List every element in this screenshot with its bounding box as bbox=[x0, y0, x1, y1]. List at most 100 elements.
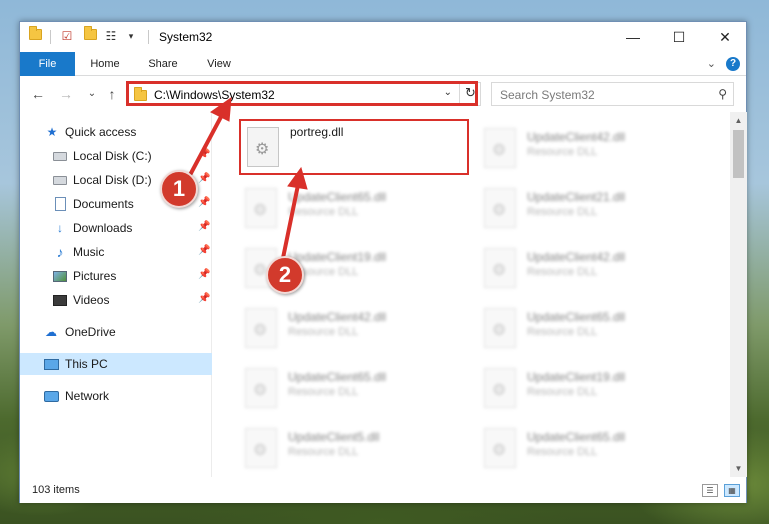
pin-icon: 📌 bbox=[198, 173, 211, 184]
dll-file-icon bbox=[484, 248, 516, 288]
sidebar-item-label: Quick access bbox=[65, 125, 137, 139]
properties-icon[interactable]: ☑ bbox=[60, 29, 74, 43]
tab-home[interactable]: Home bbox=[80, 52, 130, 76]
file-tile[interactable]: UpdateClient65.dll Resource DLL bbox=[478, 302, 708, 358]
sidebar-item-label: Local Disk (C:) bbox=[73, 149, 152, 163]
dll-file-icon bbox=[484, 188, 516, 228]
pictures-icon bbox=[53, 269, 67, 283]
help-icon[interactable]: ? bbox=[726, 57, 740, 71]
file-type: Resource DLL bbox=[527, 146, 598, 158]
file-tile[interactable]: UpdateClient65.dll Resource DLL bbox=[239, 182, 469, 238]
dll-file-icon bbox=[247, 127, 279, 167]
downloads-icon: ↓ bbox=[57, 221, 63, 235]
file-name: UpdateClient42.dll bbox=[288, 310, 387, 324]
refresh-button[interactable]: ↻ bbox=[459, 82, 481, 106]
address-bar[interactable]: C:\Windows\System32 ⌄ bbox=[127, 82, 481, 106]
forward-button[interactable]: → bbox=[58, 86, 74, 102]
file-tile[interactable]: UpdateClient65.dll Resource DLL bbox=[239, 362, 469, 418]
navigation-bar: ← → ⌄ ↑ C:\Windows\System32 ⌄ ↻ Search S… bbox=[20, 77, 746, 111]
step-1-badge: 1 bbox=[160, 170, 198, 208]
file-type: Resource DLL bbox=[288, 206, 359, 218]
file-tile[interactable]: UpdateClient5.dll Resource DLL bbox=[239, 422, 469, 477]
sidebar-item-videos[interactable]: Videos 📌 bbox=[20, 289, 212, 311]
music-icon: ♪ bbox=[56, 244, 64, 260]
customize-quick-access-icon[interactable]: ☷ bbox=[104, 29, 118, 43]
title-bar: ☑ ☷ ▾ System32 — ☐ ✕ bbox=[20, 22, 746, 52]
sidebar-item-label: OneDrive bbox=[65, 325, 116, 339]
scroll-up-button[interactable]: ▲ bbox=[730, 112, 747, 129]
sidebar-item-music[interactable]: ♪ Music 📌 bbox=[20, 241, 212, 263]
videos-icon bbox=[53, 293, 67, 307]
back-button[interactable]: ← bbox=[30, 86, 46, 102]
pin-icon: 📌 bbox=[198, 197, 211, 208]
scroll-thumb[interactable] bbox=[733, 130, 744, 178]
file-explorer-window: ☑ ☷ ▾ System32 — ☐ ✕ File Home Share Vie… bbox=[19, 21, 747, 503]
file-tile[interactable]: UpdateClient42.dll Resource DLL bbox=[478, 242, 708, 298]
search-icon[interactable]: ⚲ bbox=[718, 87, 727, 101]
maximize-button[interactable]: ☐ bbox=[656, 22, 702, 52]
documents-icon bbox=[53, 197, 67, 211]
file-tile[interactable]: UpdateClient42.dll Resource DLL bbox=[478, 122, 708, 178]
sidebar-item-label: Documents bbox=[73, 197, 134, 211]
file-tile[interactable]: UpdateClient65.dll Resource DLL bbox=[478, 422, 708, 477]
scroll-down-button[interactable]: ▼ bbox=[730, 460, 747, 477]
address-dropdown-icon[interactable]: ⌄ bbox=[444, 87, 452, 98]
dll-file-icon bbox=[245, 188, 277, 228]
sidebar-item-this-pc[interactable]: This PC bbox=[20, 353, 212, 375]
star-icon: ★ bbox=[46, 125, 58, 139]
minimize-button[interactable]: — bbox=[610, 22, 656, 52]
up-button[interactable]: ↑ bbox=[104, 86, 120, 102]
sidebar-item-pictures[interactable]: Pictures 📌 bbox=[20, 265, 212, 287]
pin-icon: 📌 bbox=[198, 269, 211, 280]
sidebar-item-downloads[interactable]: ↓ Downloads 📌 bbox=[20, 217, 212, 239]
drive-icon bbox=[53, 149, 67, 163]
dll-file-icon bbox=[245, 428, 277, 468]
sidebar-item-local-disk-c[interactable]: Local Disk (C:) 📌 bbox=[20, 145, 212, 167]
sidebar-item-quick-access[interactable]: ★ Quick access bbox=[20, 121, 212, 143]
file-type: Resource DLL bbox=[288, 386, 359, 398]
file-name: UpdateClient65.dll bbox=[288, 190, 387, 204]
tab-view[interactable]: View bbox=[194, 52, 244, 76]
sidebar-item-onedrive[interactable]: ☁ OneDrive bbox=[20, 321, 212, 343]
tab-file[interactable]: File bbox=[20, 52, 75, 76]
ribbon-tabs: File Home Share View ⌄ ? bbox=[20, 52, 746, 76]
details-view-button[interactable]: ☰ bbox=[702, 484, 718, 497]
file-type: Resource DLL bbox=[527, 446, 598, 458]
pin-icon: 📌 bbox=[198, 149, 211, 160]
file-name: UpdateClient65.dll bbox=[527, 430, 626, 444]
pin-icon: 📌 bbox=[198, 221, 211, 232]
file-type: Resource DLL bbox=[527, 206, 598, 218]
expand-ribbon-icon[interactable]: ⌄ bbox=[707, 57, 716, 70]
window-title: System32 bbox=[159, 30, 213, 44]
recent-locations-button[interactable]: ⌄ bbox=[84, 88, 100, 99]
network-icon bbox=[44, 389, 59, 403]
new-folder-icon[interactable] bbox=[83, 26, 97, 43]
close-button[interactable]: ✕ bbox=[702, 22, 748, 52]
title-separator bbox=[148, 30, 149, 44]
sidebar-item-network[interactable]: Network bbox=[20, 385, 212, 407]
file-name: UpdateClient65.dll bbox=[527, 310, 626, 324]
address-path[interactable]: C:\Windows\System32 bbox=[154, 88, 275, 102]
file-tile[interactable]: UpdateClient42.dll Resource DLL bbox=[239, 302, 469, 358]
search-box[interactable]: Search System32 ⚲ bbox=[491, 82, 734, 106]
this-pc-icon bbox=[44, 357, 59, 371]
file-tile[interactable]: UpdateClient21.dll Resource DLL bbox=[478, 182, 708, 238]
vertical-scrollbar[interactable]: ▲ ▼ bbox=[730, 112, 747, 477]
file-name: UpdateClient5.dll bbox=[288, 430, 380, 444]
tab-share[interactable]: Share bbox=[138, 52, 188, 76]
file-tile[interactable]: UpdateClient19.dll Resource DLL bbox=[478, 362, 708, 418]
tiles-view-button[interactable]: ▦ bbox=[724, 484, 740, 497]
dll-file-icon bbox=[245, 308, 277, 348]
file-type: Resource DLL bbox=[527, 326, 598, 338]
file-type: Resource DLL bbox=[288, 326, 359, 338]
folder-icon bbox=[134, 87, 147, 101]
file-type: Resource DLL bbox=[527, 386, 598, 398]
dll-file-icon bbox=[484, 128, 516, 168]
file-tile-portreg[interactable]: portreg.dll bbox=[239, 119, 469, 175]
search-input[interactable]: Search System32 bbox=[500, 88, 595, 102]
dll-file-icon bbox=[484, 368, 516, 408]
quick-access-dropdown-icon[interactable]: ▾ bbox=[124, 29, 138, 43]
file-name: UpdateClient19.dll bbox=[527, 370, 626, 384]
file-type: Resource DLL bbox=[527, 266, 598, 278]
dll-file-icon bbox=[484, 308, 516, 348]
